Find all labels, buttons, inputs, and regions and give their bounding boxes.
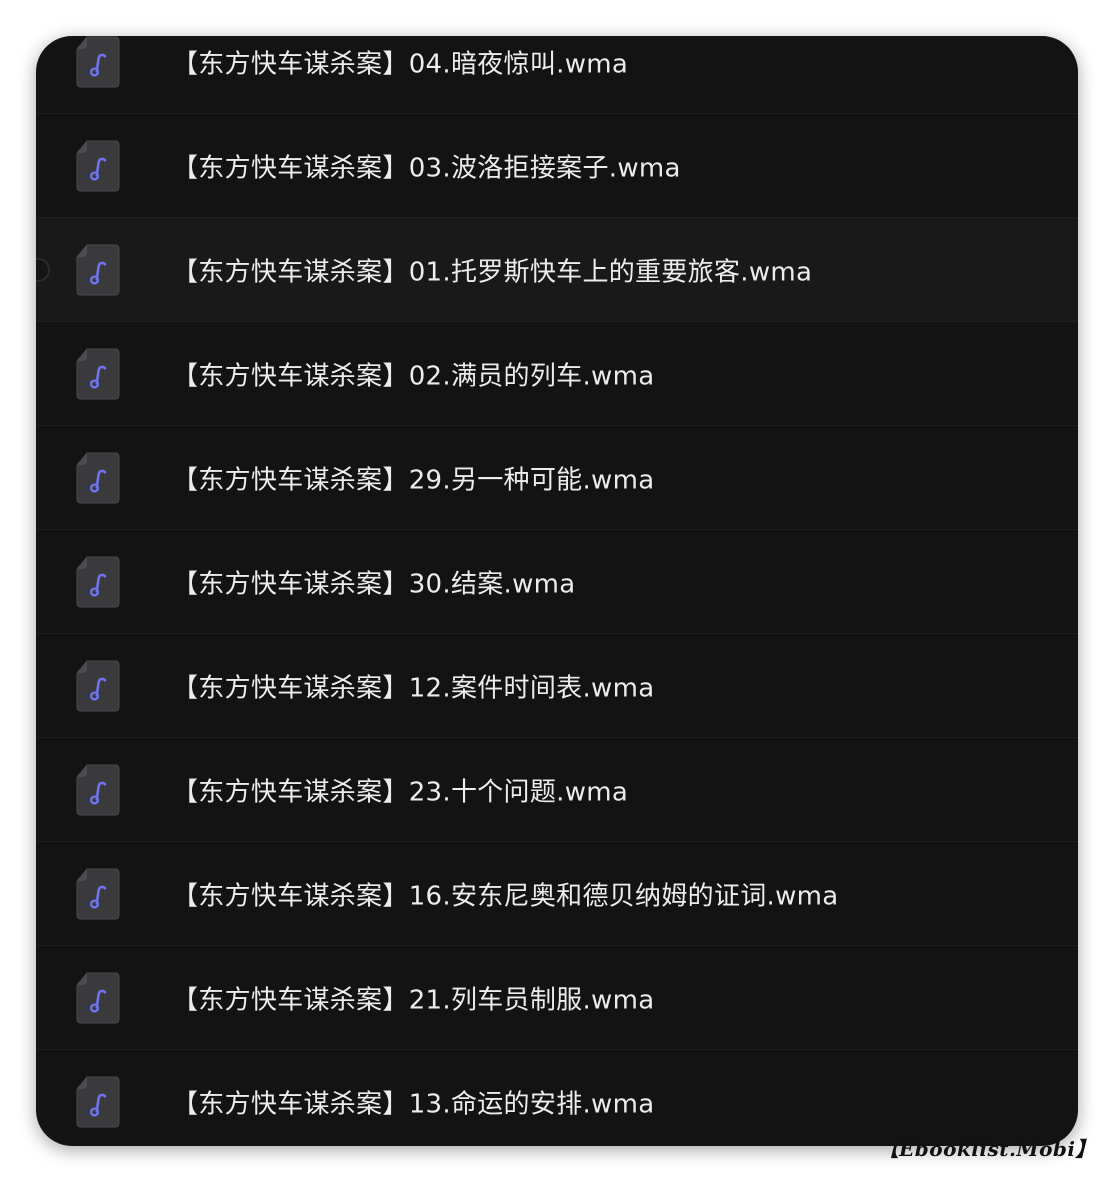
file-row-11[interactable]: 【东方快车谋杀案】13.命运的安排.wma [36,1050,1078,1146]
file-name: 【东方快车谋杀案】02.满员的列车.wma [172,361,655,391]
music-file-icon [75,971,121,1025]
file-row-6[interactable]: 【东方快车谋杀案】30.结案.wma [36,530,1078,634]
file-row-3[interactable]: 【东方快车谋杀案】01.托罗斯快车上的重要旅客.wma [36,218,1078,322]
file-row-5[interactable]: 【东方快车谋杀案】29.另一种可能.wma [36,426,1078,530]
file-row-10[interactable]: 【东方快车谋杀案】21.列车员制服.wma [36,946,1078,1050]
music-file-icon [75,763,121,817]
file-name: 【东方快车谋杀案】03.波洛拒接案子.wma [172,153,681,183]
file-name: 【东方快车谋杀案】30.结案.wma [172,569,576,599]
file-name: 【东方快车谋杀案】12.案件时间表.wma [172,673,655,703]
music-file-icon [75,555,121,609]
music-file-icon [75,867,121,921]
row-select-radio[interactable] [36,257,50,282]
music-file-icon [75,36,121,89]
file-row-7[interactable]: 【东方快车谋杀案】12.案件时间表.wma [36,634,1078,738]
watermark: 【Ebooklist.Mobi】 [878,1137,1096,1161]
file-name: 【东方快车谋杀案】04.暗夜惊叫.wma [172,49,629,79]
music-file-icon [75,1075,121,1129]
file-name: 【东方快车谋杀案】21.列车员制服.wma [172,985,655,1015]
file-row-2[interactable]: 【东方快车谋杀案】03.波洛拒接案子.wma [36,114,1078,218]
file-list-panel: 【东方快车谋杀案】04.暗夜惊叫.wma 【东方快车谋杀案】03.波洛拒接案子.… [36,36,1078,1146]
music-file-icon [75,139,121,193]
file-row-1[interactable]: 【东方快车谋杀案】04.暗夜惊叫.wma [36,36,1078,114]
file-row-9[interactable]: 【东方快车谋杀案】16.安东尼奥和德贝纳姆的证词.wma [36,842,1078,946]
file-list: 【东方快车谋杀案】04.暗夜惊叫.wma 【东方快车谋杀案】03.波洛拒接案子.… [36,36,1078,1146]
file-name: 【东方快车谋杀案】13.命运的安排.wma [172,1089,655,1119]
file-name: 【东方快车谋杀案】16.安东尼奥和德贝纳姆的证词.wma [172,881,839,911]
music-file-icon [75,451,121,505]
file-name: 【东方快车谋杀案】01.托罗斯快车上的重要旅客.wma [172,257,813,287]
file-name: 【东方快车谋杀案】23.十个问题.wma [172,777,629,807]
music-file-icon [75,659,121,713]
music-file-icon [75,347,121,401]
file-name: 【东方快车谋杀案】29.另一种可能.wma [172,465,655,495]
file-row-4[interactable]: 【东方快车谋杀案】02.满员的列车.wma [36,322,1078,426]
file-row-8[interactable]: 【东方快车谋杀案】23.十个问题.wma [36,738,1078,842]
music-file-icon [75,243,121,297]
